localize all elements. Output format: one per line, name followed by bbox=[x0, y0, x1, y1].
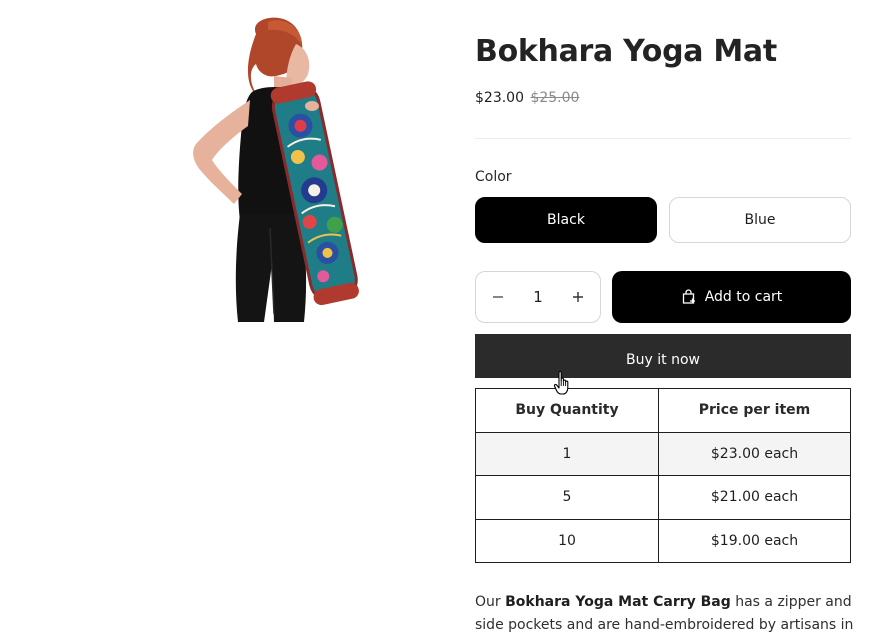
add-to-cart-label: Add to cart bbox=[704, 289, 783, 305]
product-title: Bokhara Yoga Mat bbox=[475, 34, 777, 69]
product-description: Our Bokhara Yoga Mat Carry Bag has a zip… bbox=[475, 591, 865, 632]
color-label: Color bbox=[475, 169, 512, 185]
divider bbox=[475, 138, 851, 139]
header-price-per-item: Price per item bbox=[658, 388, 851, 433]
compare-at-price: $25.00 bbox=[530, 90, 580, 106]
price-cell: $23.00 each bbox=[658, 431, 851, 476]
model-with-yoga-bag-illustration bbox=[193, 17, 359, 322]
plus-icon[interactable] bbox=[570, 289, 586, 305]
buy-it-now-button[interactable]: Buy it now bbox=[475, 334, 851, 378]
quantity-cell: 10 bbox=[475, 518, 659, 563]
table-row: 1 $23.00 each bbox=[475, 431, 851, 476]
minus-icon[interactable] bbox=[490, 289, 506, 305]
description-product-name: Bokhara Yoga Mat Carry Bag bbox=[505, 594, 731, 610]
hand-cursor-icon bbox=[553, 370, 573, 396]
variant-blue-button[interactable]: Blue bbox=[669, 197, 851, 243]
product-page: Bokhara Yoga Mat $23.00 $25.00 Color Bla… bbox=[0, 0, 880, 632]
add-to-cart-button[interactable]: Add to cart bbox=[612, 271, 851, 323]
quantity-cell: 5 bbox=[475, 475, 659, 520]
sale-price: $23.00 bbox=[475, 90, 524, 106]
price-cell: $21.00 each bbox=[658, 475, 851, 520]
table-row: 10 $19.00 each bbox=[475, 518, 851, 563]
shopping-bag-icon bbox=[681, 289, 697, 305]
buy-it-now-label: Buy it now bbox=[626, 352, 700, 368]
table-header-row: Buy Quantity Price per item bbox=[475, 388, 851, 433]
quantity-cell: 1 bbox=[475, 431, 659, 476]
price-cell: $19.00 each bbox=[658, 518, 851, 563]
description-intro: Our bbox=[475, 594, 506, 610]
volume-pricing-table: Buy Quantity Price per item 1 $23.00 eac… bbox=[475, 388, 851, 563]
quantity-stepper: 1 bbox=[475, 271, 601, 323]
variant-black-button[interactable]: Black bbox=[475, 197, 657, 243]
table-row: 5 $21.00 each bbox=[475, 475, 851, 520]
product-image[interactable] bbox=[188, 14, 364, 324]
quantity-input[interactable]: 1 bbox=[533, 288, 543, 306]
price-row: $23.00 $25.00 bbox=[475, 90, 579, 106]
